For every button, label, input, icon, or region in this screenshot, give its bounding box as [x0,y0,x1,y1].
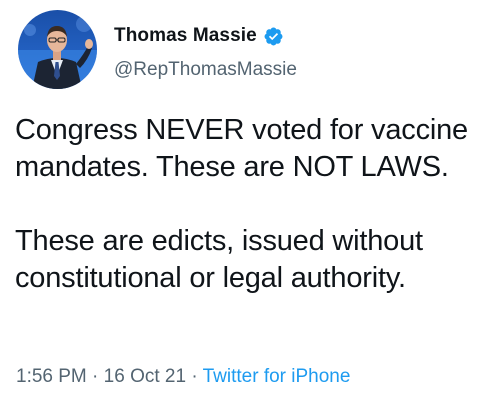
author-display-name[interactable]: Thomas Massie [114,25,257,47]
tweet-paragraph: Congress NEVER voted for vaccine mandate… [15,114,468,183]
verified-badge-icon [263,26,284,47]
meta-separator: · [191,366,198,387]
tweet-paragraph: These are edicts, issued without constit… [15,225,423,294]
tweet-body: Congress NEVER voted for vaccine mandate… [15,112,495,297]
tweet-metadata: 1:56 PM · 16 Oct 21 · Twitter for iPhone [16,366,350,388]
avatar-image [18,10,97,89]
tweet-date[interactable]: 16 Oct 21 [104,366,186,387]
tweet-source-link[interactable]: Twitter for iPhone [203,366,351,387]
author-name-row: Thomas Massie [114,25,284,47]
tweet-card: Thomas Massie @RepThomasMassie Congress … [0,0,500,406]
tweet-time[interactable]: 1:56 PM [16,366,87,387]
author-avatar[interactable] [18,10,97,89]
meta-separator: · [92,366,99,387]
author-handle[interactable]: @RepThomasMassie [114,59,297,81]
